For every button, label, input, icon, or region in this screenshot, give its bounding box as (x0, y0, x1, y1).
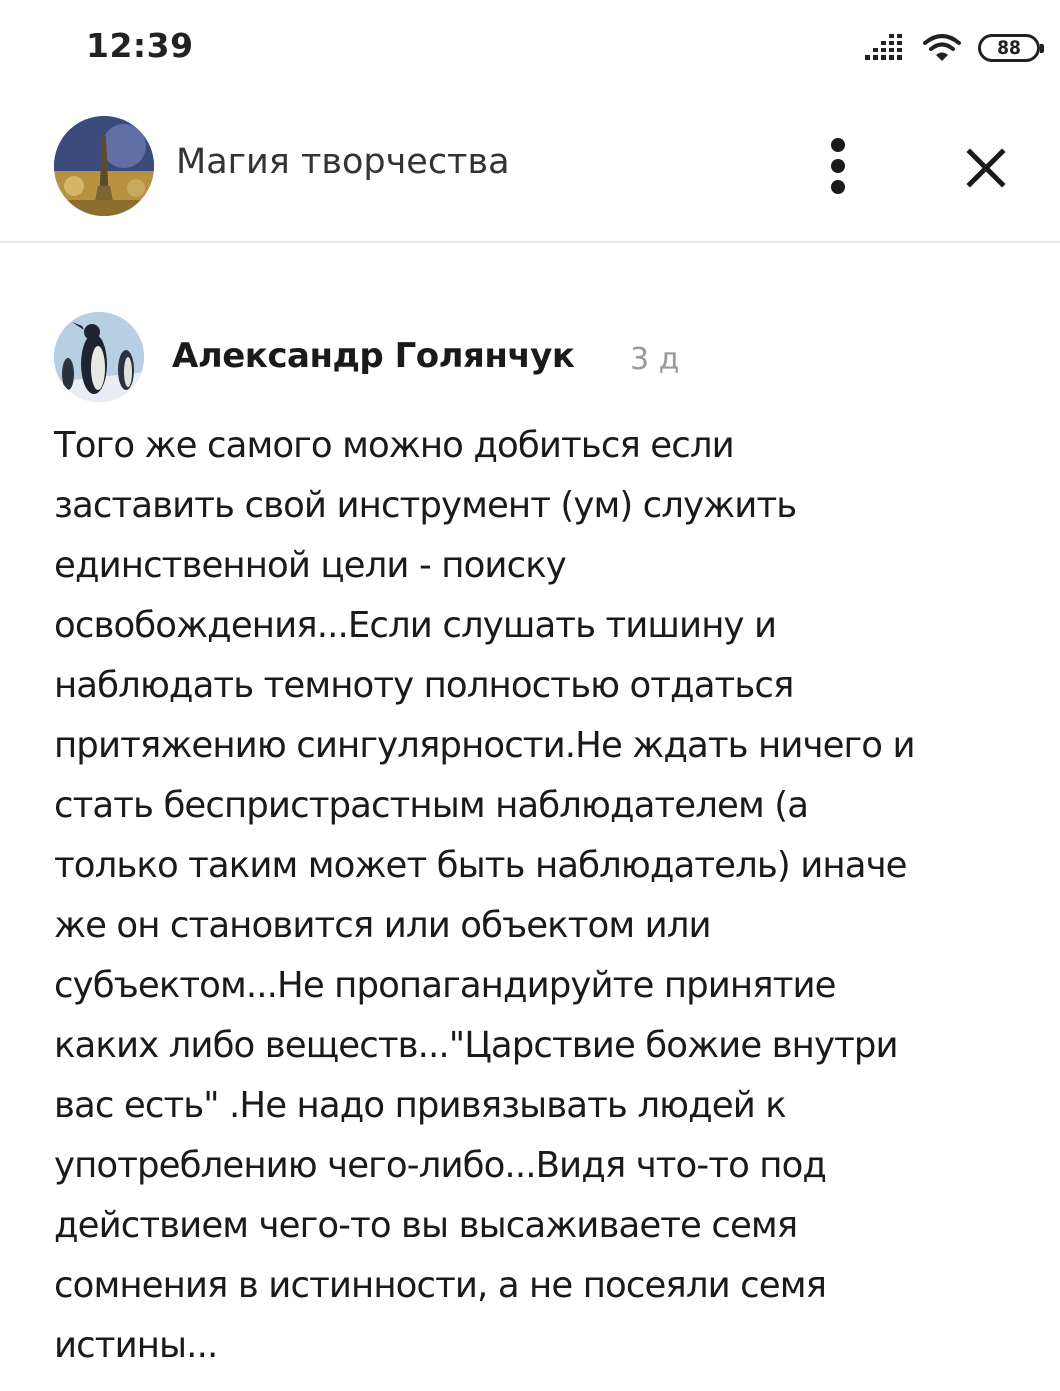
comment-line: Того же самого можно добиться если (54, 425, 735, 466)
comment-line: каких либо веществ..."Царствие божие вну… (54, 1025, 899, 1066)
page-title: Магия творчества (176, 142, 510, 182)
comment-line: стать беспристрастным наблюдателем (а (54, 785, 809, 826)
comment-line: употреблению чего-либо...Видя что-то под (54, 1145, 827, 1186)
comment-line: действием чего-то вы высаживаете семя (54, 1205, 798, 1246)
comment-line: освобождения...Если слушать тишину и (54, 605, 777, 646)
wifi-icon (923, 34, 961, 61)
close-icon[interactable] (958, 140, 1014, 196)
battery-level: 88 (997, 37, 1021, 59)
avatar-image (54, 312, 144, 402)
author-name[interactable]: Александр Голянчук (172, 336, 575, 376)
comment-line: наблюдать темноту полностью отдаться (54, 665, 794, 706)
header: Магия творчества (0, 96, 1060, 243)
comment-line: истины... (54, 1325, 218, 1366)
comment-timestamp: 3 д (630, 342, 680, 377)
group-avatar[interactable] (54, 116, 154, 216)
status-bar: 12:39 88 (0, 0, 1060, 96)
comment-line: сомнения в истинности, а не посеяли семя (54, 1265, 827, 1306)
comment-line: притяжению сингулярности.Не ждать ничего… (54, 725, 916, 766)
more-vertical-icon[interactable] (814, 134, 862, 198)
comment-line: только таким может быть наблюдатель) ина… (54, 845, 908, 886)
comment-line: же он становится или объектом или (54, 905, 712, 946)
status-icons: 88 (864, 30, 1044, 66)
battery-icon: 88 (978, 34, 1044, 62)
comment-text: Того же самого можно добиться если заста… (54, 416, 1029, 1376)
signal-icon (865, 34, 902, 60)
comment-line: субъектом...Не пропагандируйте принятие (54, 965, 836, 1006)
comment-line: вас есть" .Не надо привязывать людей к (54, 1085, 787, 1126)
comment-line: единственной цели - поиску (54, 545, 567, 586)
status-time: 12:39 (86, 26, 194, 65)
avatar[interactable] (54, 312, 144, 402)
group-avatar-image (54, 116, 154, 216)
comment-line: заставить свой инструмент (ум) служить (54, 485, 797, 526)
